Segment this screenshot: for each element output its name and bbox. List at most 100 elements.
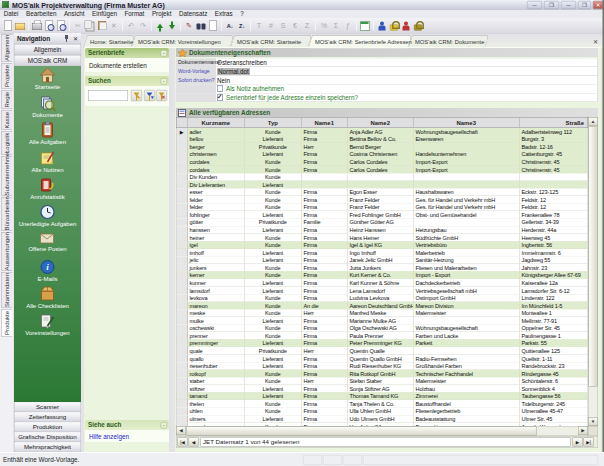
side-tab-subunternehmer[interactable]: Subunternehmer: [1, 156, 13, 196]
table-cell[interactable]: ulmers: [188, 415, 245, 422]
table-cell[interactable]: [414, 347, 520, 354]
collapse-icon[interactable]: -: [161, 50, 168, 57]
table-row[interactable]: imhoffLieferantFirmaIngo ImhoffMalerbetr…: [177, 249, 589, 257]
scroll-left-icon[interactable]: ◀: [176, 426, 186, 435]
child-restore-button[interactable]: ❐: [544, 1, 559, 9]
table-cell[interactable]: Quentin Qualle: [348, 347, 414, 354]
nav-section-allgemein[interactable]: Allgemein: [14, 44, 81, 55]
table-cell[interactable]: Ulmenallee 45-47: [520, 408, 589, 415]
row-selector[interactable]: [177, 211, 188, 218]
table-cell[interactable]: meske: [188, 309, 245, 316]
table-cell[interactable]: [302, 181, 348, 188]
table-cell[interactable]: Parkstr. 55: [520, 340, 589, 347]
table-cell[interactable]: Heizungsbau: [414, 226, 520, 233]
function-icon[interactable]: ƒ: [343, 20, 354, 31]
table-cell[interactable]: berger: [188, 143, 245, 150]
table-cell[interactable]: Firma: [302, 272, 348, 279]
table-cell[interactable]: Lieferant: [245, 211, 302, 218]
table-cell[interactable]: Taubengasse 56: [520, 393, 589, 400]
side-tab-auswertungen[interactable]: Auswertungen: [1, 232, 13, 271]
format-number-icon[interactable]: #: [266, 20, 277, 31]
table-cell[interactable]: prenner: [188, 332, 245, 339]
table-cell[interactable]: jelic: [188, 257, 245, 264]
table-cell[interactable]: fohlinger: [188, 211, 245, 218]
table-cell[interactable]: Vertriebsbüro: [414, 241, 520, 248]
table-cell[interactable]: thelen: [188, 400, 245, 407]
table-cell[interactable]: Firma: [302, 325, 348, 332]
table-row[interactable]: christensenLieferantFirmaCosima Christen…: [177, 151, 589, 159]
table-cell[interactable]: Randebrockstr. 23: [520, 362, 589, 369]
table-cell[interactable]: Franz Felder: [348, 196, 414, 203]
table-row[interactable]: bergerPrivatkundeHerrBernd BergerBadstr.…: [177, 143, 589, 151]
table-cell[interactable]: Firma: [302, 166, 348, 173]
table-cell[interactable]: imhoff: [188, 249, 245, 256]
table-cell[interactable]: Tidelburgerstr. 245: [520, 400, 589, 407]
table-cell[interactable]: Dachdeckerbetrieb: [414, 279, 520, 286]
nav-item-anrufstatistik[interactable]: Anrufstatistik: [14, 177, 81, 201]
table-cell[interactable]: Gellertstr. 34-39: [520, 219, 589, 226]
table-cell[interactable]: Janek Jelic GmbH: [348, 257, 414, 264]
table-row[interactable]: ▶adlerKundeFirmaAnja Adler AGWohnungsbau…: [177, 128, 589, 136]
table-cell[interactable]: Kunde: [245, 166, 302, 173]
open-icon[interactable]: [15, 20, 26, 31]
table-cell[interactable]: Kurt Kerner & Co.: [348, 272, 414, 279]
table-row[interactable]: fohlingerLieferantFirmaFred Fohlinger Gm…: [177, 211, 589, 219]
table-cell[interactable]: Thomas Tamand KG: [348, 393, 414, 400]
sum-icon[interactable]: Σ: [331, 20, 342, 31]
nav-group-grafische-disposition[interactable]: Grafische Disposition: [14, 432, 81, 442]
row-selector[interactable]: [177, 355, 188, 362]
table-cell[interactable]: [414, 173, 520, 180]
table-cell[interactable]: [414, 181, 520, 188]
row-selector[interactable]: [177, 294, 188, 301]
table-cell[interactable]: Cosima Christensen: [348, 151, 414, 158]
table-row[interactable]: qualloLieferantFirmaQuentin Quallo GmbHR…: [177, 355, 589, 363]
table-cell[interactable]: Lieferant: [245, 249, 302, 256]
table-row[interactable]: tamandLieferantFirmaThomas Tamand KGZimm…: [177, 393, 589, 401]
table-cell[interactable]: Firma: [302, 408, 348, 415]
table-cell[interactable]: Jagdweg 55: [520, 257, 589, 264]
print-preview-icon[interactable]: [44, 20, 55, 31]
row-selector[interactable]: [177, 151, 188, 158]
row-selector[interactable]: [177, 188, 188, 195]
table-cell[interactable]: Firma: [302, 340, 348, 347]
table-cell[interactable]: Lieferant: [245, 226, 302, 233]
table-cell[interactable]: staber: [188, 377, 245, 384]
table-cell[interactable]: Jutta Junkers: [348, 264, 414, 271]
menu-datei[interactable]: Datei: [0, 10, 22, 18]
nav-item-unerledigte-aufgaben[interactable]: Unerledigte Aufgaben: [14, 204, 81, 228]
table-cell[interactable]: Ulmer Str. 45: [520, 415, 589, 422]
table-row[interactable]: ulmersLieferantFirmaUdo Ulmers GmbHBadea…: [177, 415, 589, 423]
siehe-auch-header[interactable]: Siehe auch -: [85, 420, 169, 430]
table-row[interactable]: rotkopfKundeFirmaRita Rotkopf GmbHTechni…: [177, 370, 589, 378]
table-cell[interactable]: Hans Heiner: [348, 234, 414, 241]
table-cell[interactable]: Aareon Deutschland GmbH: [348, 302, 414, 309]
collapse-icon[interactable]: -: [161, 422, 168, 429]
row-selector[interactable]: [177, 347, 188, 354]
table-cell[interactable]: Olga Oschewski AG: [348, 325, 414, 332]
table-cell[interactable]: Firma: [302, 241, 348, 248]
table-cell[interactable]: Lieferant: [245, 317, 302, 324]
table-cell[interactable]: Sonnenblick 4: [520, 385, 589, 392]
format-S-icon[interactable]: S: [278, 20, 289, 31]
table-cell[interactable]: heiner: [188, 234, 245, 241]
column-header-name3[interactable]: Name3: [414, 118, 520, 128]
table-cell[interactable]: Privatkunde: [245, 219, 302, 226]
field-value[interactable]: Osteranschreiben: [217, 60, 267, 67]
table-cell[interactable]: götter: [188, 219, 245, 226]
horizontal-scrollbar[interactable]: ◀ ▶: [176, 426, 588, 436]
nav-item-e-mails[interactable]: iE-Mails: [14, 259, 81, 283]
search-input[interactable]: [88, 90, 128, 101]
vertical-scrollbar[interactable]: ▲ ▼: [588, 117, 598, 426]
row-selector[interactable]: [177, 181, 188, 188]
new-document-icon[interactable]: [3, 20, 14, 31]
nav-group-zeiterfassung[interactable]: Zeiterfassung: [14, 412, 81, 422]
table-cell[interactable]: cordales: [188, 158, 245, 165]
table-cell[interactable]: Anja Adler AG: [348, 128, 414, 135]
nav-item-alle-aufgaben[interactable]: Alle Aufgaben: [14, 122, 81, 146]
menu-?[interactable]: ?: [236, 10, 247, 18]
table-cell[interactable]: Kunde: [245, 264, 302, 271]
table-cell[interactable]: Firma: [302, 370, 348, 377]
table-cell[interactable]: Lieferant: [245, 287, 302, 294]
row-selector[interactable]: [177, 362, 188, 369]
side-tab-projekte[interactable]: Projekte: [1, 63, 13, 89]
